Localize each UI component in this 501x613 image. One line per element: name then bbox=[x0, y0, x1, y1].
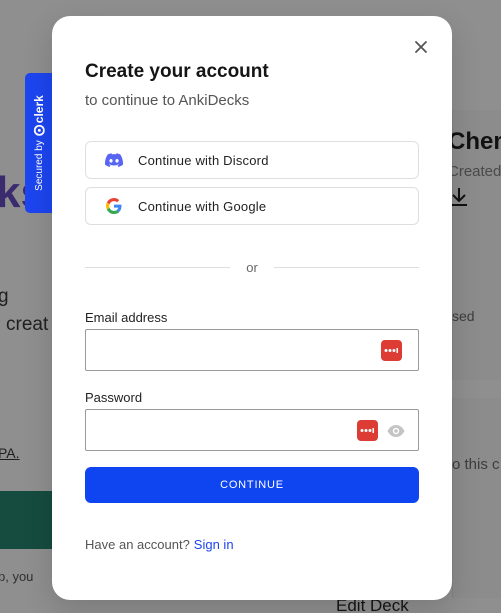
continue-with-discord-button[interactable]: Continue with Discord bbox=[85, 141, 419, 179]
bg-fragment: creat bbox=[6, 314, 49, 335]
divider-line bbox=[273, 266, 419, 268]
secured-by-clerk-tab[interactable]: Secured by clerk bbox=[25, 73, 53, 213]
close-button[interactable] bbox=[411, 37, 431, 57]
or-divider: or bbox=[85, 259, 419, 275]
show-password-icon[interactable] bbox=[386, 421, 406, 441]
secured-by-text: Secured by bbox=[33, 140, 45, 191]
modal-subtitle: to continue to AnkiDecks bbox=[85, 92, 250, 109]
google-button-label: Continue with Google bbox=[138, 198, 267, 214]
bg-fragment: Created bbox=[448, 163, 501, 180]
sign-up-modal: Create your account to continue to AnkiD… bbox=[52, 16, 452, 600]
modal-title: Create your account bbox=[85, 61, 269, 82]
bg-fragment: o this c bbox=[452, 456, 500, 473]
bg-fragment: sed bbox=[452, 308, 475, 324]
password-label: Password bbox=[85, 390, 143, 405]
password-manager-icon[interactable] bbox=[381, 340, 402, 361]
have-account-text: Have an account? bbox=[85, 537, 190, 552]
sign-in-link[interactable]: Sign in bbox=[194, 537, 234, 552]
clerk-icon bbox=[33, 125, 45, 137]
bg-fragment: Chem bbox=[448, 128, 501, 155]
bg-fragment: g bbox=[0, 286, 9, 307]
password-manager-icon[interactable] bbox=[357, 420, 378, 441]
discord-icon bbox=[104, 150, 124, 170]
email-field-wrapper bbox=[85, 329, 419, 371]
clerk-brand: clerk bbox=[32, 95, 46, 124]
divider-text: or bbox=[246, 259, 258, 275]
bg-deck-card bbox=[452, 398, 501, 598]
continue-with-google-button[interactable]: Continue with Google bbox=[85, 187, 419, 225]
clerk-logo: clerk bbox=[32, 95, 46, 137]
sign-in-prompt: Have an account? Sign in bbox=[85, 537, 234, 552]
divider-line bbox=[85, 266, 231, 268]
bg-fragment: p, you bbox=[0, 569, 34, 584]
download-icon bbox=[451, 188, 467, 206]
continue-button[interactable]: CONTINUE bbox=[85, 467, 419, 503]
email-field[interactable] bbox=[86, 330, 346, 370]
email-label: Email address bbox=[85, 310, 168, 325]
password-field[interactable] bbox=[86, 410, 346, 450]
discord-button-label: Continue with Discord bbox=[138, 152, 269, 168]
bg-fragment: PA. bbox=[0, 445, 20, 461]
close-icon bbox=[415, 41, 427, 53]
google-icon bbox=[104, 196, 124, 216]
bg-green-button bbox=[0, 491, 60, 549]
password-field-wrapper bbox=[85, 409, 419, 451]
